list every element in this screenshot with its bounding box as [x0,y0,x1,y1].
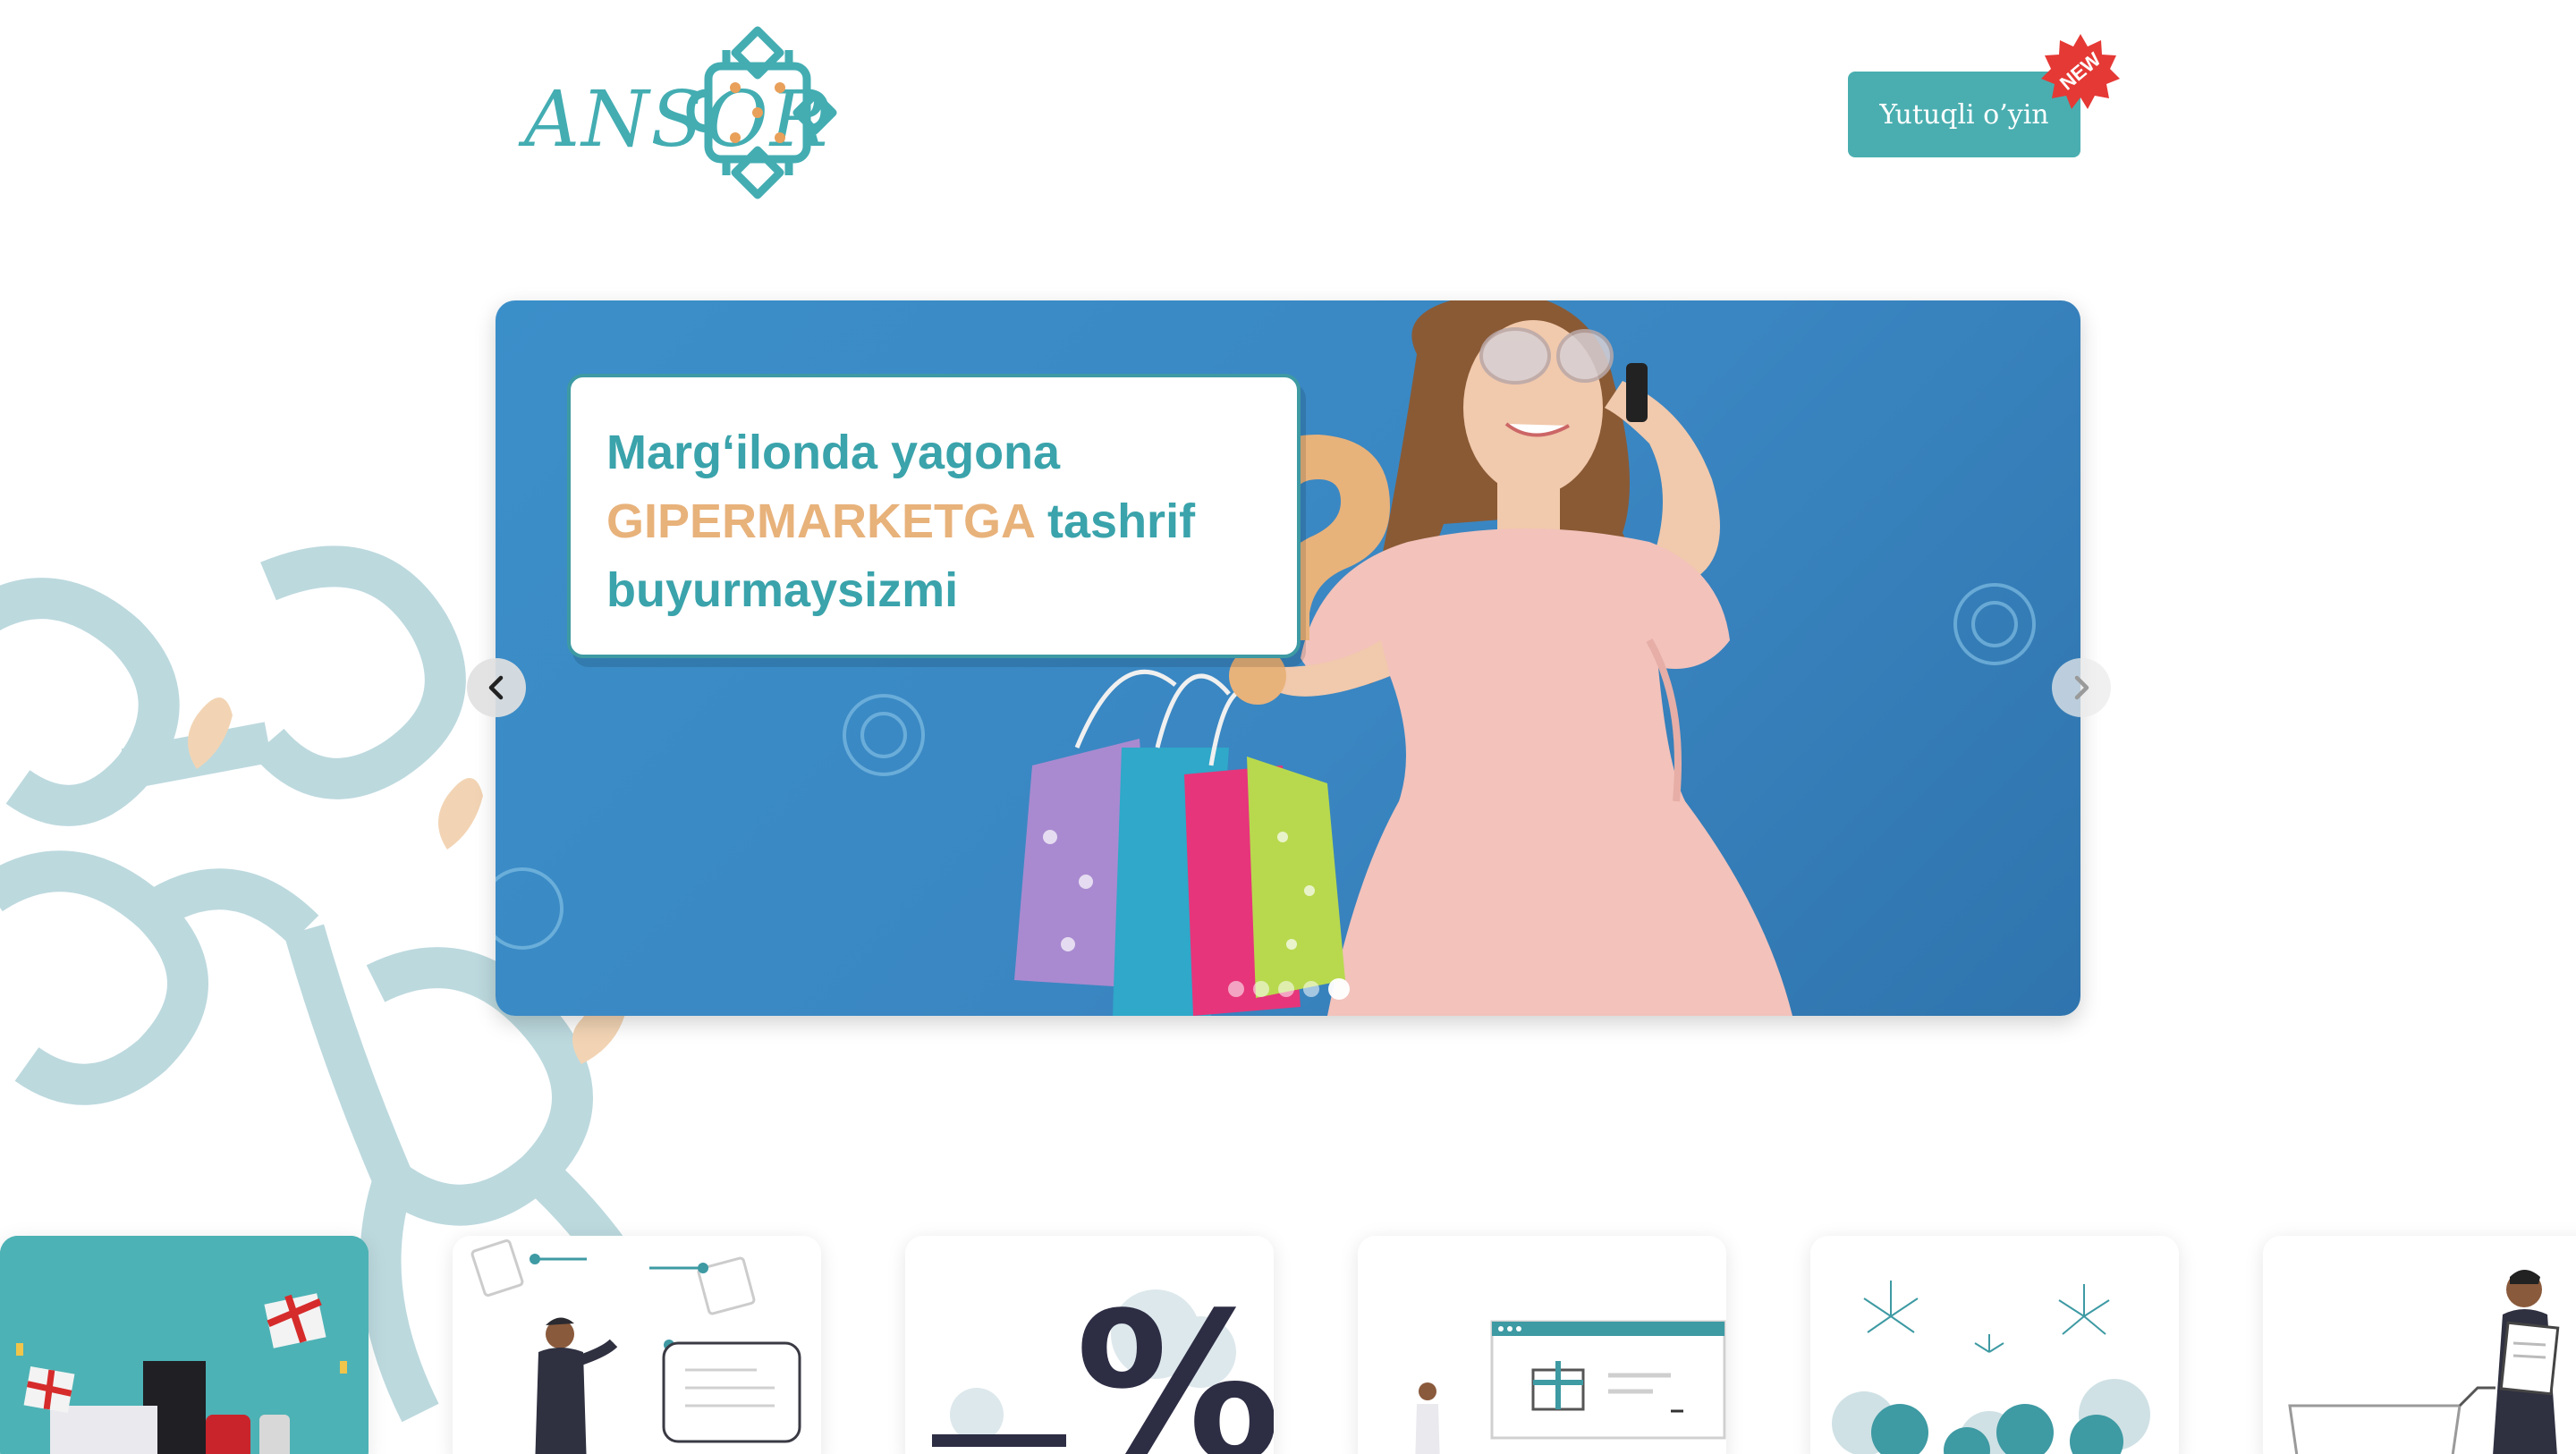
slide-caption-line-2: GIPERMARKETGA tashrif [606,487,1297,556]
carousel-indicators [1228,978,1350,1000]
slide-caption-box: Marg‘ilonda yagona GIPERMARKETGA tashrif… [567,374,1301,658]
carousel-dot-3[interactable] [1278,981,1294,997]
category-card-3[interactable]: % [905,1236,1274,1454]
discount-percent-illustration: % [905,1236,1274,1454]
svg-text:%: % [1075,1270,1274,1454]
online-gift-illustration [1358,1236,1726,1454]
carousel-dot-4[interactable] [1303,981,1319,997]
chevron-right-icon [2074,675,2089,700]
page: ANSOR Yutuqli o’yin NEW Marg‘ilonda yago… [0,0,2576,1454]
slide-caption-accent: GIPERMARKETGA [606,495,1035,548]
carousel-dot-2[interactable] [1253,981,1269,997]
category-card-1[interactable] [0,1236,369,1454]
shopping-cart-person-illustration [2263,1236,2576,1454]
carousel-dot-1[interactable] [1228,981,1244,997]
carousel-next-button[interactable] [2052,658,2111,717]
slide-caption-line-2-rest: tashrif [1034,495,1196,548]
celebration-fireworks-illustration [1810,1236,2179,1454]
hero-carousel[interactable]: Marg‘ilonda yagona GIPERMARKETGA tashrif… [496,300,2080,1016]
chevron-left-icon [488,675,504,700]
category-card-5[interactable] [1810,1236,2179,1454]
carousel-prev-button[interactable] [467,658,526,717]
new-badge: NEW [2041,32,2120,111]
logo-ornament-icon [686,26,837,199]
delivery-person-illustration [453,1236,821,1454]
slide-caption-line-1: Marg‘ilonda yagona [606,426,1061,479]
carousel-dot-5[interactable] [1328,978,1350,1000]
brand-logo[interactable]: ANSOR [521,23,843,202]
appliances-gift-illustration [0,1236,369,1454]
category-card-4[interactable] [1358,1236,1726,1454]
category-card-2[interactable] [453,1236,821,1454]
slide-caption-line-3: buyurmaysizmi [606,563,959,617]
category-card-6[interactable] [2263,1236,2576,1454]
